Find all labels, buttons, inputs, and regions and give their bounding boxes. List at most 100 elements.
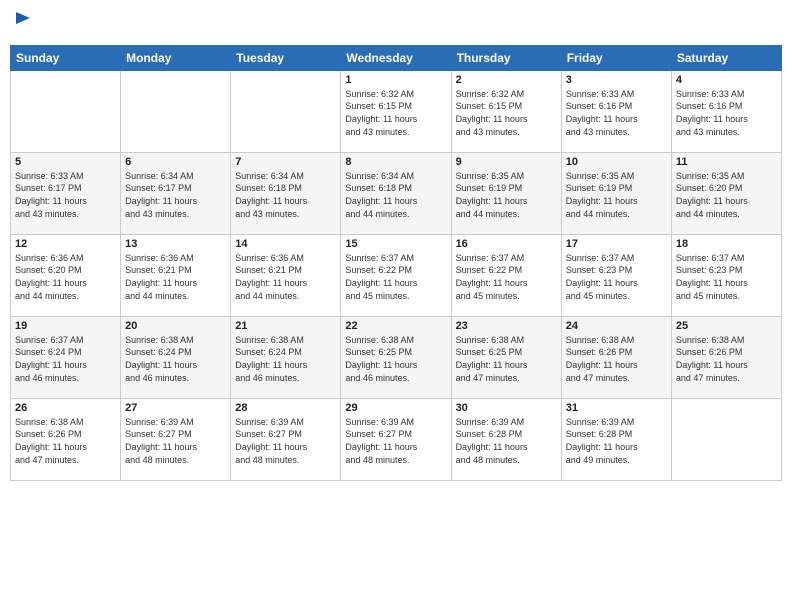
calendar-cell: 13 Sunrise: 6:36 AM Sunset: 6:21 PM Dayli… [121, 234, 231, 316]
calendar-cell [231, 70, 341, 152]
weekday-header-row: SundayMondayTuesdayWednesdayThursdayFrid… [11, 45, 782, 70]
day-number: 7 [235, 156, 336, 168]
day-info: Sunrise: 6:35 AM Sunset: 6:19 PM Dayligh… [456, 170, 557, 220]
day-number: 11 [676, 156, 777, 168]
calendar-cell: 20Sunrise: 6:38 AM Sunset: 6:24 PM Dayli… [121, 316, 231, 398]
calendar-cell [11, 70, 121, 152]
week-row-2: 5 Sunrise: 6:33 AM Sunset: 6:17 PM Daylig… [11, 152, 782, 234]
day-info: Sunrise: 6:37 AM Sunset: 6:24 PM Dayligh… [15, 334, 116, 384]
calendar-cell: 11 Sunrise: 6:35 AM Sunset: 6:20 PM Dayli… [671, 152, 781, 234]
day-info: Sunrise: 6:39 AM Sunset: 6:28 PM Dayligh… [456, 416, 557, 466]
header [10, 10, 782, 37]
day-info: Sunrise: 6:38 AM Sunset: 6:26 PM Dayligh… [566, 334, 667, 384]
weekday-header-wednesday: Wednesday [341, 45, 451, 70]
day-number: 18 [676, 238, 777, 250]
day-number: 23 [456, 320, 557, 332]
calendar-cell: 14 Sunrise: 6:36 AM Sunset: 6:21 PM Dayli… [231, 234, 341, 316]
day-number: 12 [15, 238, 116, 250]
day-info: Sunrise: 6:39 AM Sunset: 6:28 PM Dayligh… [566, 416, 667, 466]
week-row-5: 26 Sunrise: 6:38 AM Sunset: 6:26 PM Dayli… [11, 398, 782, 480]
day-number: 14 [235, 238, 336, 250]
day-info: Sunrise: 6:33 AM Sunset: 6:16 PM Dayligh… [566, 88, 667, 138]
day-number: 19 [15, 320, 116, 332]
logo-flag-icon [12, 10, 34, 32]
day-number: 2 [456, 74, 557, 86]
day-number: 28 [235, 402, 336, 414]
day-number: 31 [566, 402, 667, 414]
day-number: 29 [345, 402, 446, 414]
day-info: Sunrise: 6:38 AM Sunset: 6:26 PM Dayligh… [15, 416, 116, 466]
weekday-header-thursday: Thursday [451, 45, 561, 70]
page: SundayMondayTuesdayWednesdayThursdayFrid… [0, 0, 792, 612]
weekday-header-tuesday: Tuesday [231, 45, 341, 70]
calendar-cell: 19 Sunrise: 6:37 AM Sunset: 6:24 PM Dayli… [11, 316, 121, 398]
day-info: Sunrise: 6:36 AM Sunset: 6:21 PM Dayligh… [235, 252, 336, 302]
day-info: Sunrise: 6:32 AM Sunset: 6:15 PM Dayligh… [345, 88, 446, 138]
week-row-4: 19 Sunrise: 6:37 AM Sunset: 6:24 PM Dayli… [11, 316, 782, 398]
day-info: Sunrise: 6:35 AM Sunset: 6:20 PM Dayligh… [676, 170, 777, 220]
day-info: Sunrise: 6:38 AM Sunset: 6:25 PM Dayligh… [345, 334, 446, 384]
calendar-cell: 25 Sunrise: 6:38 AM Sunset: 6:26 PM Dayli… [671, 316, 781, 398]
day-number: 22 [345, 320, 446, 332]
day-info: Sunrise: 6:37 AM Sunset: 6:22 PM Dayligh… [345, 252, 446, 302]
weekday-header-friday: Friday [561, 45, 671, 70]
day-number: 13 [125, 238, 226, 250]
day-number: 6 [125, 156, 226, 168]
calendar-cell: 18Sunrise: 6:37 AM Sunset: 6:23 PM Dayli… [671, 234, 781, 316]
day-number: 1 [345, 74, 446, 86]
calendar-cell: 23 Sunrise: 6:38 AM Sunset: 6:25 PM Dayli… [451, 316, 561, 398]
day-info: Sunrise: 6:33 AM Sunset: 6:17 PM Dayligh… [15, 170, 116, 220]
calendar-cell [121, 70, 231, 152]
day-number: 5 [15, 156, 116, 168]
day-number: 16 [456, 238, 557, 250]
calendar-cell: 27 Sunrise: 6:39 AM Sunset: 6:27 PM Dayli… [121, 398, 231, 480]
calendar-cell: 26 Sunrise: 6:38 AM Sunset: 6:26 PM Dayli… [11, 398, 121, 480]
calendar-cell: 30 Sunrise: 6:39 AM Sunset: 6:28 PM Dayli… [451, 398, 561, 480]
calendar-cell: 5 Sunrise: 6:33 AM Sunset: 6:17 PM Daylig… [11, 152, 121, 234]
calendar-cell: 7Sunrise: 6:34 AM Sunset: 6:18 PM Daylig… [231, 152, 341, 234]
calendar-cell: 16 Sunrise: 6:37 AM Sunset: 6:22 PM Dayli… [451, 234, 561, 316]
calendar-cell: 29 Sunrise: 6:39 AM Sunset: 6:27 PM Dayli… [341, 398, 451, 480]
day-info: Sunrise: 6:35 AM Sunset: 6:19 PM Dayligh… [566, 170, 667, 220]
day-number: 10 [566, 156, 667, 168]
day-info: Sunrise: 6:39 AM Sunset: 6:27 PM Dayligh… [125, 416, 226, 466]
calendar-cell: 15Sunrise: 6:37 AM Sunset: 6:22 PM Dayli… [341, 234, 451, 316]
day-info: Sunrise: 6:39 AM Sunset: 6:27 PM Dayligh… [345, 416, 446, 466]
calendar-table: SundayMondayTuesdayWednesdayThursdayFrid… [10, 45, 782, 481]
week-row-3: 12 Sunrise: 6:36 AM Sunset: 6:20 PM Dayli… [11, 234, 782, 316]
weekday-header-sunday: Sunday [11, 45, 121, 70]
day-info: Sunrise: 6:38 AM Sunset: 6:24 PM Dayligh… [235, 334, 336, 384]
day-number: 21 [235, 320, 336, 332]
calendar-cell [671, 398, 781, 480]
day-number: 24 [566, 320, 667, 332]
day-number: 25 [676, 320, 777, 332]
day-number: 26 [15, 402, 116, 414]
day-info: Sunrise: 6:38 AM Sunset: 6:24 PM Dayligh… [125, 334, 226, 384]
day-info: Sunrise: 6:38 AM Sunset: 6:25 PM Dayligh… [456, 334, 557, 384]
day-info: Sunrise: 6:32 AM Sunset: 6:15 PM Dayligh… [456, 88, 557, 138]
calendar-cell: 8Sunrise: 6:34 AM Sunset: 6:18 PM Daylig… [341, 152, 451, 234]
calendar-cell: 21 Sunrise: 6:38 AM Sunset: 6:24 PM Dayli… [231, 316, 341, 398]
calendar-cell: 12 Sunrise: 6:36 AM Sunset: 6:20 PM Dayli… [11, 234, 121, 316]
day-number: 9 [456, 156, 557, 168]
calendar-cell: 6Sunrise: 6:34 AM Sunset: 6:17 PM Daylig… [121, 152, 231, 234]
day-info: Sunrise: 6:36 AM Sunset: 6:20 PM Dayligh… [15, 252, 116, 302]
day-info: Sunrise: 6:37 AM Sunset: 6:22 PM Dayligh… [456, 252, 557, 302]
logo [10, 10, 34, 37]
calendar-cell: 17 Sunrise: 6:37 AM Sunset: 6:23 PM Dayli… [561, 234, 671, 316]
day-info: Sunrise: 6:39 AM Sunset: 6:27 PM Dayligh… [235, 416, 336, 466]
day-info: Sunrise: 6:38 AM Sunset: 6:26 PM Dayligh… [676, 334, 777, 384]
day-info: Sunrise: 6:34 AM Sunset: 6:18 PM Dayligh… [345, 170, 446, 220]
calendar-cell: 24 Sunrise: 6:38 AM Sunset: 6:26 PM Dayli… [561, 316, 671, 398]
calendar-cell: 1 Sunrise: 6:32 AM Sunset: 6:15 PM Daylig… [341, 70, 451, 152]
calendar-cell: 31 Sunrise: 6:39 AM Sunset: 6:28 PM Dayli… [561, 398, 671, 480]
calendar-cell: 3Sunrise: 6:33 AM Sunset: 6:16 PM Daylig… [561, 70, 671, 152]
day-info: Sunrise: 6:36 AM Sunset: 6:21 PM Dayligh… [125, 252, 226, 302]
week-row-1: 1 Sunrise: 6:32 AM Sunset: 6:15 PM Daylig… [11, 70, 782, 152]
calendar-cell: 22 Sunrise: 6:38 AM Sunset: 6:25 PM Dayli… [341, 316, 451, 398]
day-number: 17 [566, 238, 667, 250]
weekday-header-monday: Monday [121, 45, 231, 70]
day-number: 27 [125, 402, 226, 414]
day-number: 30 [456, 402, 557, 414]
day-info: Sunrise: 6:37 AM Sunset: 6:23 PM Dayligh… [566, 252, 667, 302]
